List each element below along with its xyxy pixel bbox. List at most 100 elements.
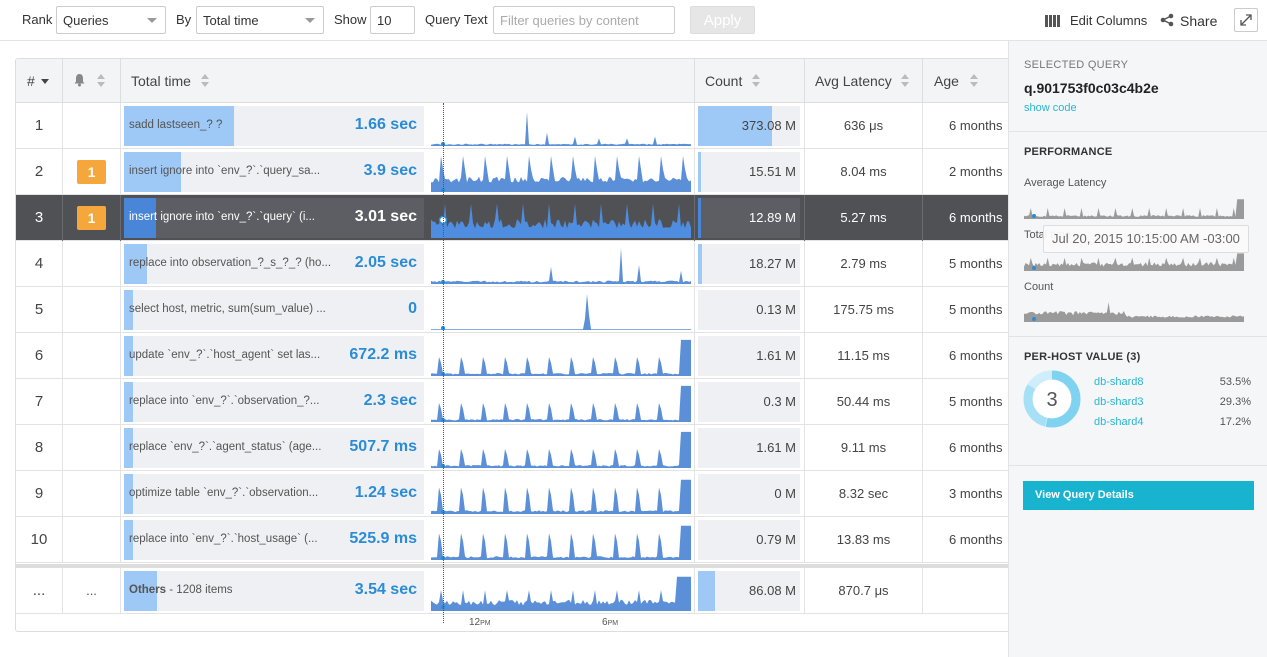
total-time-value: 507.7 ms	[349, 438, 417, 455]
bell-icon	[74, 74, 85, 87]
row-num: 7	[16, 379, 63, 425]
count-value: 0.79 M	[756, 532, 796, 547]
total-time-sparkline	[431, 203, 691, 238]
total-time-value: 3.01 sec	[354, 208, 417, 225]
sort-icon	[970, 74, 980, 88]
show-label: Show	[334, 12, 367, 27]
row-count: 1.61 M	[695, 425, 805, 471]
row-total-time: insert ignore into `env_?`.`query_sa... 3…	[121, 149, 695, 195]
total-time-value: 3.54 sec	[354, 581, 417, 598]
row-age: 6 months	[949, 532, 1003, 547]
row-age	[923, 568, 1008, 614]
query-text: replace into observation_?_s_?_? (ho...	[129, 257, 332, 269]
table-row[interactable]: 7 replace into `env_?`.`observation_?... 2…	[16, 379, 1008, 425]
row-alert: ...	[63, 568, 121, 614]
toolbar: Rank Queries By Total time Show Query Te…	[0, 0, 1267, 41]
count-value: 1.61 M	[756, 440, 796, 455]
chevron-down-icon	[305, 18, 315, 23]
header-total-time[interactable]: Total time	[121, 59, 695, 103]
columns-icon[interactable]	[1045, 14, 1060, 32]
selected-query-section: SELECTED QUERY q.901753f0c03c4b2e show c…	[1009, 41, 1267, 132]
count-bar	[698, 244, 702, 284]
total-time-sparkline	[431, 111, 691, 146]
row-total-time: replace into `env_?`.`host_usage` (... 52…	[121, 517, 695, 563]
chevron-down-icon	[147, 18, 157, 23]
share-icon[interactable]	[1160, 13, 1174, 32]
row-avg-latency: 11.15 ms	[805, 333, 923, 379]
sparkline-area	[431, 479, 691, 514]
row-alert: 1	[63, 195, 121, 241]
table-row[interactable]: 8 replace `env_?`.`agent_status` (age... 5…	[16, 425, 1008, 471]
row-age: 6 months	[949, 118, 1003, 133]
query-text: insert ignore into `env_?`.`query` (i...	[129, 211, 315, 223]
row-total-time: optimize table `env_?`.`observation... 1.…	[121, 471, 695, 517]
query-id: q.901753f0c03c4b2e	[1024, 80, 1159, 96]
table-header: # Total time Count Avg Latency Age	[16, 59, 1008, 103]
host-count: 3	[1046, 389, 1057, 411]
header-avg-latency[interactable]: Avg Latency	[805, 59, 923, 103]
total-time-sparkline	[431, 155, 691, 192]
host-pct: 29.3%	[1219, 396, 1251, 408]
sparkline-area	[431, 293, 691, 330]
row-avg-latency: 636 μs	[805, 103, 923, 149]
table-row[interactable]: 1 sadd lastseen_? ? 1.66 sec 373.08 M 636 μs…	[16, 103, 1008, 149]
table-row[interactable]: 6 update `env_?`.`host_agent` set las... 6…	[16, 333, 1008, 379]
query-filter-input[interactable]	[493, 6, 675, 34]
query-text: optimize table `env_?`.`observation...	[129, 487, 319, 499]
host-row[interactable]: db-shard8 53.5%	[1094, 376, 1251, 388]
sort-icon	[97, 74, 107, 88]
table-row[interactable]: 4 replace into observation_?_s_?_? (ho...…	[16, 241, 1008, 287]
header-count[interactable]: Count	[695, 59, 805, 103]
apply-button[interactable]: Apply	[690, 6, 755, 34]
rank-select[interactable]: Queries	[56, 6, 166, 34]
header-age[interactable]: Age	[923, 59, 1008, 103]
count-value: 0 M	[774, 486, 796, 501]
show-code-link[interactable]: show code	[1024, 102, 1077, 114]
by-select-value: Total time	[203, 13, 259, 28]
query-text-label: Query Text	[425, 12, 488, 27]
table-row[interactable]: 3 1 insert ignore into `env_?`.`query` (i.…	[16, 195, 1008, 241]
by-select[interactable]: Total time	[196, 6, 324, 34]
expand-button[interactable]	[1234, 8, 1258, 32]
total-time-sparkline	[431, 247, 691, 284]
alert-badge[interactable]: 1	[77, 160, 106, 184]
sort-icon	[901, 74, 911, 88]
host-name: db-shard3	[1094, 396, 1144, 408]
table-row[interactable]: 5 select host, metric, sum(sum_value) ...…	[16, 287, 1008, 333]
header-alerts[interactable]	[63, 59, 121, 103]
row-alert	[63, 241, 121, 287]
header-num[interactable]: #	[16, 59, 63, 103]
row-avg-latency: 5.27 ms	[805, 195, 923, 241]
avg-latency-label: Average Latency	[1024, 177, 1107, 189]
table-row-others[interactable]: ... ... Others - 1208 items 3.54 sec 86.…	[16, 568, 1008, 614]
count-value: 15.51 M	[749, 164, 796, 179]
show-count-input[interactable]	[370, 6, 415, 34]
row-count: 1.61 M	[695, 333, 805, 379]
row-alert	[63, 287, 121, 333]
table-row[interactable]: 10 replace into `env_?`.`host_usage` (...…	[16, 517, 1008, 563]
host-row[interactable]: db-shard4 17.2%	[1094, 416, 1251, 428]
table-row[interactable]: 9 optimize table `env_?`.`observation... 1…	[16, 471, 1008, 517]
query-text: replace into `env_?`.`observation_?...	[129, 395, 320, 407]
host-row[interactable]: db-shard3 29.3%	[1094, 396, 1251, 408]
row-count: 86.08 M	[695, 568, 805, 614]
row-age: 5 months	[949, 256, 1003, 271]
row-avg-latency: 9.11 ms	[805, 425, 923, 471]
total-time-sparkline	[431, 479, 691, 514]
row-num: 9	[16, 471, 63, 517]
share-button[interactable]: Share	[1180, 13, 1217, 29]
sparkline-area	[431, 111, 691, 146]
rank-label: Rank	[22, 12, 53, 27]
count-label: Count	[1024, 281, 1054, 293]
view-query-details-button[interactable]: View Query Details	[1023, 481, 1254, 510]
table-row[interactable]: 2 1 insert ignore into `env_?`.`query_sa..…	[16, 149, 1008, 195]
selected-query-label: SELECTED QUERY	[1024, 59, 1129, 71]
row-num: 5	[16, 287, 63, 333]
query-text: insert ignore into `env_?`.`query_sa...	[129, 165, 321, 177]
alert-badge[interactable]: 1	[77, 206, 106, 230]
axis-tick-6pm: 6PM	[602, 617, 619, 628]
edit-columns-button[interactable]: Edit Columns	[1070, 13, 1147, 28]
query-text: sadd lastseen_? ?	[129, 119, 223, 131]
total-time-value: 3.9 sec	[363, 162, 417, 179]
row-alert	[63, 379, 121, 425]
